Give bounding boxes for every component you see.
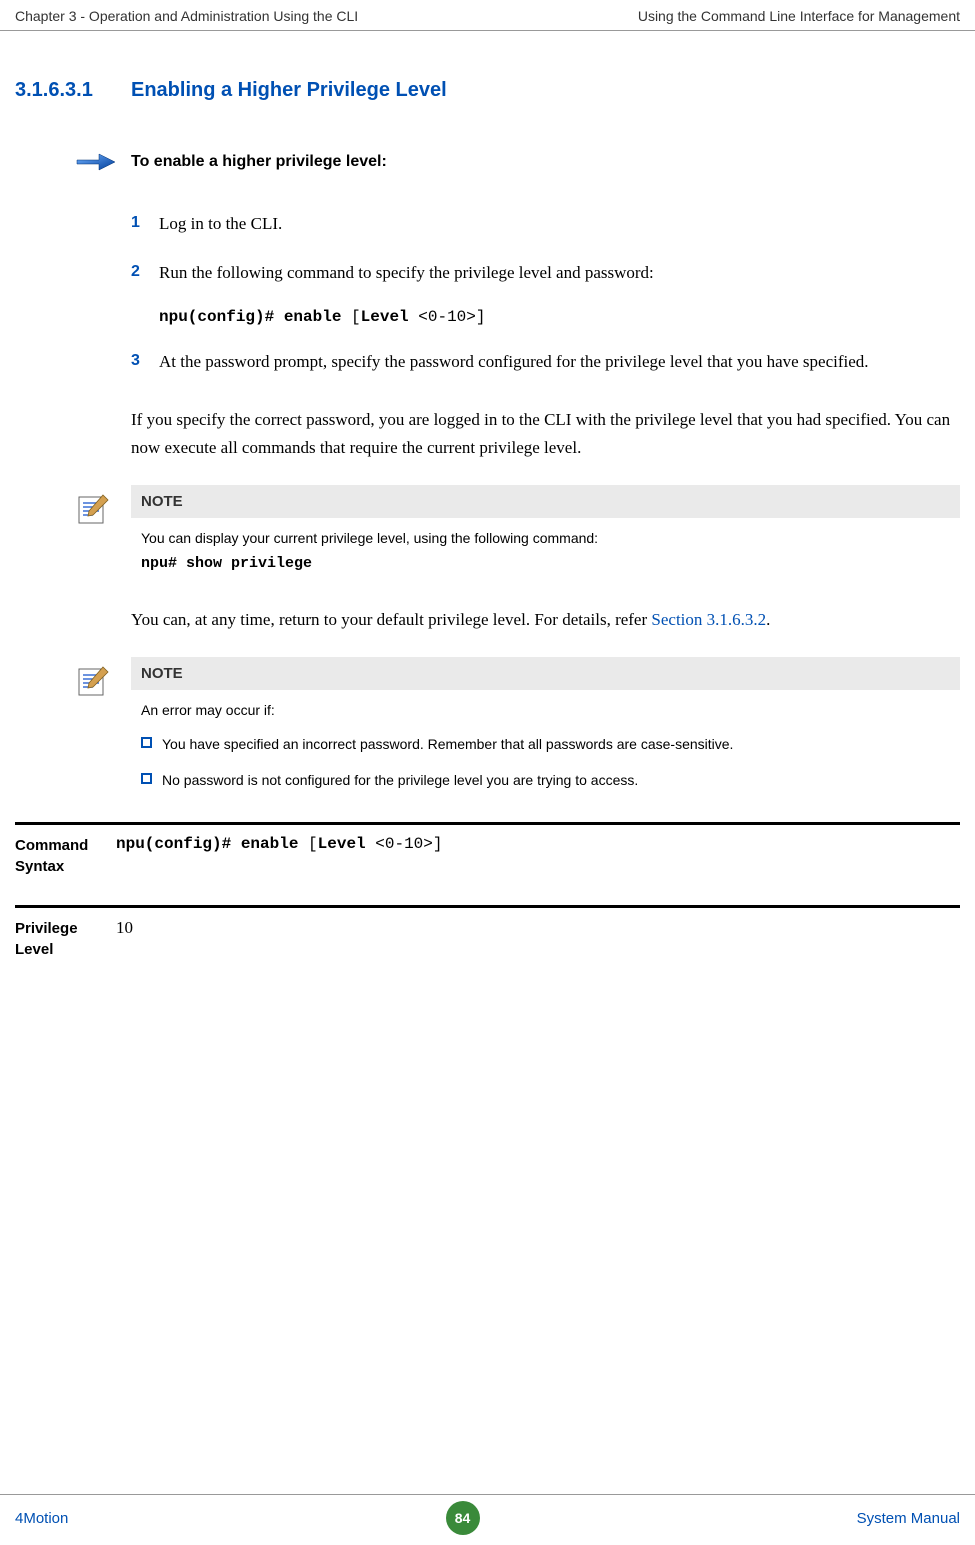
step-text: At the password prompt, specify the pass… <box>159 348 869 375</box>
square-bullet-icon <box>141 737 152 748</box>
section-title: Enabling a Higher Privilege Level <box>131 79 447 102</box>
code-part: Level <box>318 835 366 853</box>
step-1: 1 Log in to the CLI. <box>131 210 960 237</box>
paragraph: If you specify the correct password, you… <box>131 406 960 464</box>
arrow-right-icon <box>75 150 117 174</box>
code-command: npu(config)# enable [Level <0-10>] <box>159 308 960 326</box>
step-text: Log in to the CLI. <box>159 210 282 237</box>
note-code: npu# show privilege <box>131 555 960 582</box>
footer-page-number: 84 <box>446 1501 480 1535</box>
para-text: You can, at any time, return to your def… <box>131 610 651 629</box>
code-part: npu(config)# enable <box>116 835 298 853</box>
step-number: 2 <box>131 259 159 286</box>
footer-manual: System Manual <box>857 1510 960 1527</box>
note-header: NOTE <box>131 485 960 518</box>
note-list-item: No password is not configured for the pr… <box>131 763 960 799</box>
note-body: You can display your current privilege l… <box>131 518 960 555</box>
code-part: [ <box>341 308 360 326</box>
code-part: <0-10>] <box>409 308 486 326</box>
def-value: npu(config)# enable [Level <0-10>] <box>116 835 442 877</box>
def-label: Command Syntax <box>15 835 116 877</box>
step-text: Run the following command to specify the… <box>159 259 654 286</box>
code-part: <0-10>] <box>366 835 443 853</box>
note-list-item: You have specified an incorrect password… <box>131 727 960 763</box>
step-number: 3 <box>131 348 159 375</box>
para-suffix: . <box>766 610 770 629</box>
code-part: [ <box>298 835 317 853</box>
section-number: 3.1.6.3.1 <box>15 79 131 102</box>
step-3: 3 At the password prompt, specify the pa… <box>131 348 960 375</box>
procedure-title: To enable a higher privilege level: <box>131 153 387 171</box>
paragraph: You can, at any time, return to your def… <box>131 606 960 635</box>
page-header: Chapter 3 - Operation and Administration… <box>0 0 975 31</box>
step-number: 1 <box>131 210 159 237</box>
procedure-block: To enable a higher privilege level: 1 Lo… <box>131 150 960 376</box>
page-content: 3.1.6.3.1 Enabling a Higher Privilege Le… <box>0 31 975 798</box>
note-header: NOTE <box>131 657 960 690</box>
section-link[interactable]: Section 3.1.6.3.2 <box>651 610 766 629</box>
note-intro: An error may occur if: <box>131 690 960 727</box>
code-part: Level <box>361 308 409 326</box>
def-label: Privilege Level <box>15 918 116 960</box>
section-heading: 3.1.6.3.1 Enabling a Higher Privilege Le… <box>15 79 960 102</box>
code-part: npu(config)# enable <box>159 308 341 326</box>
note-item-text: No password is not configured for the pr… <box>162 771 638 791</box>
procedure-header: To enable a higher privilege level: <box>131 150 960 174</box>
note-block: NOTE You can display your current privil… <box>131 485 960 582</box>
page-footer: 4Motion 84 System Manual <box>0 1494 975 1535</box>
note-pencil-icon <box>75 663 111 699</box>
def-value: 10 <box>116 918 133 960</box>
header-section: Using the Command Line Interface for Man… <box>638 8 960 24</box>
def-row-command: Command Syntax npu(config)# enable [Leve… <box>15 822 960 905</box>
step-2: 2 Run the following command to specify t… <box>131 259 960 286</box>
note-pencil-icon <box>75 491 111 527</box>
note-block: NOTE An error may occur if: You have spe… <box>131 657 960 798</box>
square-bullet-icon <box>141 773 152 784</box>
header-chapter: Chapter 3 - Operation and Administration… <box>15 8 358 24</box>
definition-table: Command Syntax npu(config)# enable [Leve… <box>15 822 960 988</box>
def-row-privilege: Privilege Level 10 <box>15 905 960 988</box>
note-item-text: You have specified an incorrect password… <box>162 735 733 755</box>
footer-product: 4Motion <box>15 1510 68 1527</box>
